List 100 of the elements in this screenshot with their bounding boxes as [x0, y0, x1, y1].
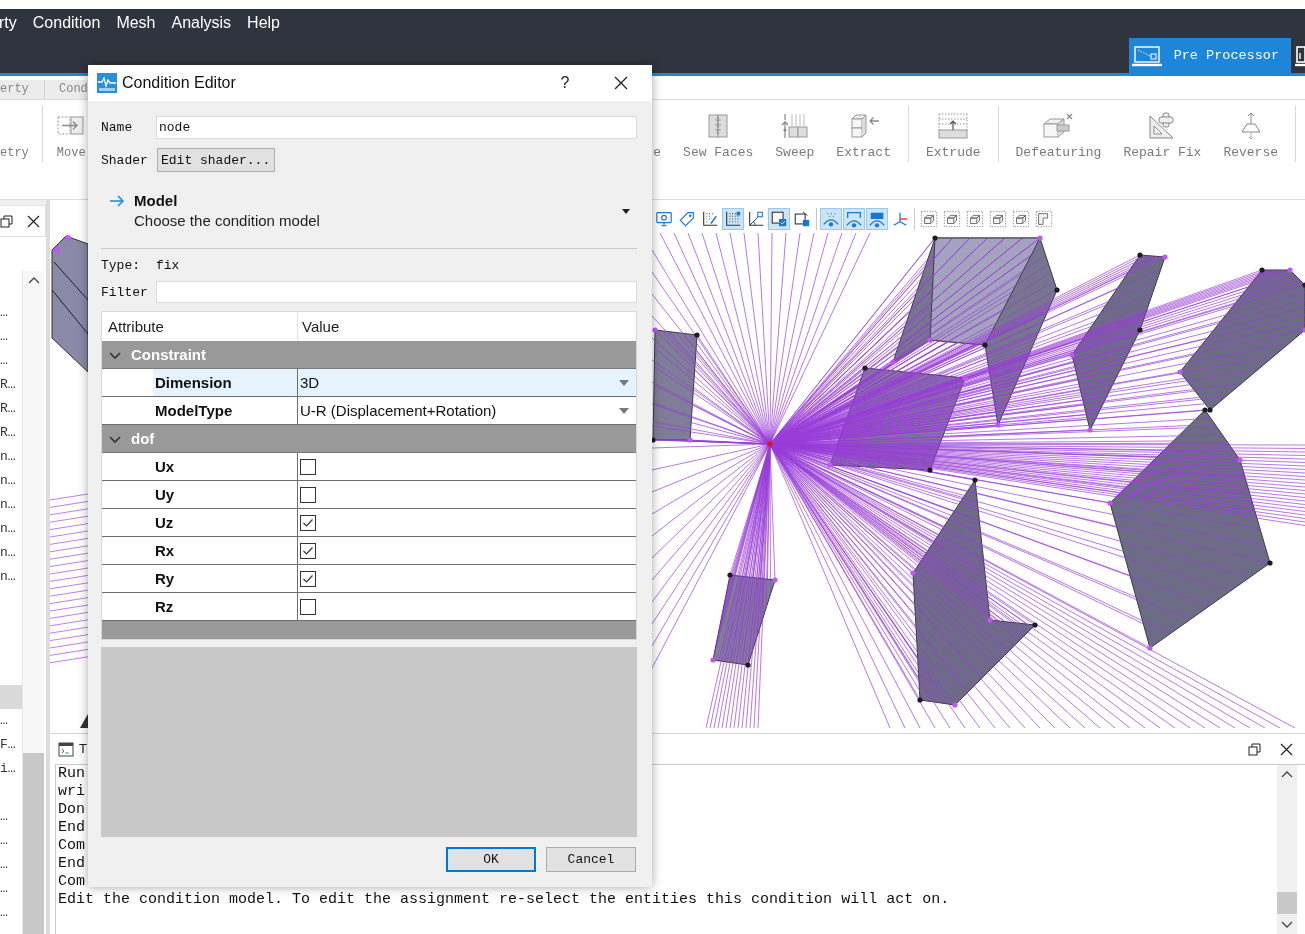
attribute-name: ModelType — [155, 402, 233, 419]
view-toggle-button[interactable] — [941, 208, 963, 230]
ribbon-button[interactable]: etry — [0, 145, 40, 161]
dialog-button[interactable]: OK — [446, 847, 536, 872]
checkbox[interactable] — [300, 570, 316, 587]
dialog-title: Condition Editor — [122, 74, 236, 92]
view-toggle-button[interactable] — [722, 208, 744, 230]
console-line: End — [58, 819, 85, 837]
console-line: End — [58, 855, 85, 873]
scrollbar[interactable] — [1277, 765, 1297, 934]
table-row[interactable]: Rx — [102, 537, 636, 565]
table-row[interactable]: Ux — [102, 453, 636, 481]
ribbon-button[interactable]: Move — [45, 100, 97, 161]
restore-icon[interactable] — [0, 214, 13, 228]
dashed-cube-icon — [920, 210, 938, 228]
tree-item[interactable]: … — [0, 349, 22, 373]
name-field[interactable]: node — [156, 116, 637, 139]
dropdown-caret-icon — [619, 407, 629, 414]
tree-item[interactable]: R… — [0, 397, 22, 421]
view-toggle-button[interactable] — [866, 208, 888, 230]
menu-item[interactable]: Analysis — [171, 12, 232, 34]
tree-item[interactable]: F… — [0, 733, 22, 757]
value-dropdown[interactable]: U-R (Displacement+Rotation) — [300, 397, 636, 424]
column-header: Value — [301, 317, 341, 337]
tree-item[interactable]: … — [0, 709, 22, 733]
edit-shader-button[interactable]: Edit shader... — [157, 148, 275, 172]
view-toggle-button[interactable] — [1033, 208, 1055, 230]
eye-block-icon — [868, 210, 886, 228]
ribbon-button[interactable]: Repair Fix — [1112, 100, 1213, 161]
view-toggle-button[interactable] — [964, 208, 986, 230]
dashed-cube-icon — [943, 210, 961, 228]
menu-item[interactable]: Mesh — [116, 12, 156, 34]
menu-item[interactable]: Help — [247, 12, 280, 34]
close-icon[interactable] — [1280, 742, 1293, 756]
table-row[interactable]: Uz — [102, 509, 636, 537]
checkbox[interactable] — [300, 458, 316, 475]
table-row[interactable]: Dimension 3D — [102, 369, 636, 397]
tree-item[interactable]: … — [0, 301, 22, 325]
ribbon-button[interactable]: Defeaturing — [1004, 100, 1113, 161]
help-button[interactable]: ? — [550, 68, 580, 98]
view-toggle-button[interactable] — [918, 208, 940, 230]
checkbox[interactable] — [300, 598, 316, 615]
view-toggle-button[interactable] — [1010, 208, 1032, 230]
dot-grid-icon — [724, 210, 742, 228]
view-toggle-button[interactable] — [768, 208, 790, 230]
table-row[interactable]: Uy — [102, 481, 636, 509]
attribute-name: Uz — [155, 514, 174, 531]
table-row[interactable]: Rz — [102, 593, 636, 621]
view-toggle-button[interactable] — [987, 208, 1009, 230]
tree-item[interactable]: n… — [0, 565, 22, 589]
table-row[interactable]: Ry — [102, 565, 636, 593]
tree-item[interactable]: n… — [0, 517, 22, 541]
checkbox[interactable] — [300, 514, 316, 531]
table-row[interactable]: ModelType U-R (Displacement+Rotation) — [102, 397, 636, 425]
perspective-tab[interactable]: Pre Processor — [1128, 38, 1291, 73]
tag-icon — [678, 210, 696, 228]
dialog-button[interactable]: Cancel — [546, 847, 636, 872]
tree-item[interactable]: … — [0, 853, 22, 877]
field-label: Name — [101, 120, 134, 135]
menu-item[interactable]: Condition — [32, 12, 101, 34]
scrollbar[interactable] — [22, 271, 44, 934]
tree-item[interactable]: … — [0, 901, 22, 925]
console-line: Edit the condition model. To edit the assignment re-select the entities this condition will act on. — [58, 891, 950, 909]
close-icon[interactable] — [27, 214, 40, 228]
tree-item[interactable]: n… — [0, 445, 22, 469]
value-dropdown[interactable]: 3D — [300, 369, 636, 396]
ribbon-button[interactable]: Sweep — [764, 100, 826, 161]
menu-item[interactable]: rty — [0, 12, 17, 34]
restore-icon[interactable] — [1248, 742, 1261, 756]
ribbon-button[interactable]: Extrude — [914, 100, 992, 161]
caret-icon[interactable] — [622, 208, 630, 214]
tree-item[interactable]: … — [0, 325, 22, 349]
tree-item[interactable]: … — [0, 829, 22, 853]
scroll-thumb[interactable] — [1277, 892, 1297, 914]
tree-item[interactable]: n… — [0, 541, 22, 565]
ribbon-button[interactable]: Extract — [825, 100, 902, 161]
checkbox[interactable] — [300, 542, 316, 559]
console-line: Run — [58, 765, 85, 783]
monitor-gear-icon — [655, 210, 673, 228]
attribute-name: Ry — [155, 570, 175, 587]
tree-item[interactable]: i… — [0, 757, 22, 781]
tree-item[interactable]: n… — [0, 493, 22, 517]
close-icon — [614, 76, 628, 90]
tree-item[interactable]: R… — [0, 373, 22, 397]
ribbon-button[interactable]: Sew Faces — [672, 100, 765, 161]
scroll-thumb[interactable] — [23, 753, 44, 934]
console-line: wri — [58, 783, 85, 801]
tree-item[interactable]: n… — [0, 469, 22, 493]
tree-item[interactable]: R… — [0, 421, 22, 445]
tree-item[interactable]: … — [0, 877, 22, 901]
view-toggle-button[interactable] — [843, 208, 865, 230]
filter-field[interactable] — [156, 281, 637, 303]
view-toggle-button[interactable] — [820, 208, 842, 230]
ribbon-button[interactable]: Reverse — [1212, 100, 1289, 161]
angle-grid-icon — [747, 210, 765, 228]
ribbon-button[interactable]: e — [653, 145, 673, 161]
tree-item[interactable]: … — [0, 805, 22, 829]
section-subtitle: Choose the condition model — [134, 211, 320, 231]
console-line: Don — [58, 801, 85, 819]
checkbox[interactable] — [300, 486, 316, 503]
